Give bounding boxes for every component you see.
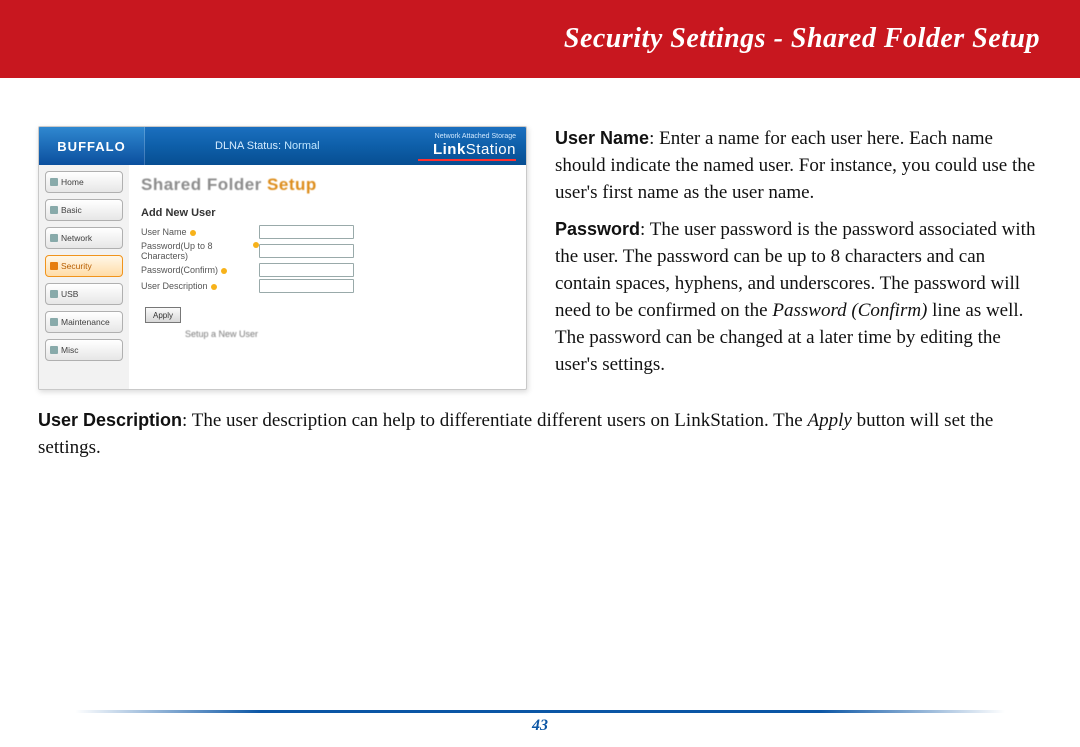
- paragraph-body: : The user description can help to diffe…: [182, 410, 807, 431]
- form-rows: User Name Password(Up to 8 Characters) P…: [141, 225, 514, 293]
- label-password: Password(Up to 8 Characters): [141, 241, 259, 261]
- page-number: 43: [0, 717, 1080, 735]
- italic-term: Password (Confirm): [772, 300, 927, 321]
- row-username: User Name: [141, 225, 514, 239]
- screenshot-topbar: BUFFALO DLNA Status: Normal Network Atta…: [39, 127, 526, 165]
- screenshot-main: Shared Folder Setup Add New User User Na…: [129, 165, 526, 389]
- label-password-confirm: Password(Confirm): [141, 265, 259, 275]
- explain-column: User Name: Enter a name for each user he…: [555, 126, 1042, 390]
- paragraph-password: Password: The user password is the passw…: [555, 217, 1042, 379]
- paragraph-userdesc: User Description: The user description c…: [38, 408, 1042, 462]
- sidebar-item-label: Basic: [61, 205, 82, 215]
- label-strong: User Name: [555, 128, 649, 148]
- italic-term: Apply: [807, 410, 851, 431]
- input-password-confirm[interactable]: [259, 263, 354, 277]
- product-sub: Network Attached Storage: [433, 133, 516, 141]
- sidebar-item-security[interactable]: Security: [45, 255, 123, 277]
- sidebar-item-home[interactable]: Home: [45, 171, 123, 193]
- misc-icon: [50, 346, 58, 354]
- screenshot-panel: BUFFALO DLNA Status: Normal Network Atta…: [38, 126, 527, 390]
- label-text: Password(Up to 8 Characters): [141, 241, 250, 261]
- sidebar-item-basic[interactable]: Basic: [45, 199, 123, 221]
- heading-grey: Shared Folder: [141, 175, 267, 194]
- apply-button[interactable]: Apply: [145, 307, 181, 323]
- screenshot-subheading: Add New User: [141, 207, 514, 219]
- heading-orange: Setup: [267, 175, 317, 194]
- row-password: Password(Up to 8 Characters): [141, 241, 514, 261]
- paragraph-username: User Name: Enter a name for each user he…: [555, 126, 1042, 207]
- label-username: User Name: [141, 227, 259, 237]
- input-username[interactable]: [259, 225, 354, 239]
- home-icon: [50, 178, 58, 186]
- input-user-desc[interactable]: [259, 279, 354, 293]
- required-icon: [221, 268, 227, 274]
- brand-logo: BUFFALO: [39, 127, 145, 165]
- required-icon: [211, 284, 217, 290]
- page-footer: 43: [0, 710, 1080, 735]
- label-text: User Description: [141, 281, 208, 291]
- product-main-a: Link: [433, 141, 466, 158]
- row-password-confirm: Password(Confirm): [141, 263, 514, 277]
- usb-icon: [50, 290, 58, 298]
- screenshot-heading: Shared Folder Setup: [141, 175, 514, 195]
- screenshot-body: Home Basic Network Security USB Maintena…: [39, 165, 526, 389]
- content-area: BUFFALO DLNA Status: Normal Network Atta…: [0, 78, 1080, 462]
- label-text: User Name: [141, 227, 187, 237]
- sidebar-item-label: Maintenance: [61, 317, 110, 327]
- footer-rule: [75, 710, 1005, 713]
- sidebar-item-label: Home: [61, 177, 84, 187]
- network-icon: [50, 234, 58, 242]
- maintenance-icon: [50, 318, 58, 326]
- dlna-value: Normal: [284, 140, 319, 152]
- sidebar-item-maintenance[interactable]: Maintenance: [45, 311, 123, 333]
- product-main-b: Station: [466, 141, 516, 158]
- label-strong: User Description: [38, 410, 182, 430]
- sidebar-item-usb[interactable]: USB: [45, 283, 123, 305]
- required-icon: [190, 230, 196, 236]
- sidebar-item-network[interactable]: Network: [45, 227, 123, 249]
- input-password[interactable]: [259, 244, 354, 258]
- label-text: Password(Confirm): [141, 265, 218, 275]
- product-underline: [418, 159, 516, 161]
- header-band: Security Settings - Shared Folder Setup: [0, 0, 1080, 78]
- page-title: Security Settings - Shared Folder Setup: [564, 23, 1040, 55]
- sidebar-item-label: USB: [61, 289, 78, 299]
- row-user-desc: User Description: [141, 279, 514, 293]
- sidebar-item-label: Network: [61, 233, 92, 243]
- label-user-desc: User Description: [141, 281, 259, 291]
- sidebar-item-label: Security: [61, 261, 92, 271]
- sidebar-item-label: Misc: [61, 345, 78, 355]
- product-badge: Network Attached Storage LinkStation: [433, 133, 516, 158]
- security-icon: [50, 262, 58, 270]
- page: Security Settings - Shared Folder Setup …: [0, 0, 1080, 747]
- screenshot-sidebar: Home Basic Network Security USB Maintena…: [39, 165, 129, 389]
- product-main: LinkStation: [433, 141, 516, 158]
- dlna-label: DLNA Status:: [215, 140, 281, 152]
- dlna-status: DLNA Status: Normal: [215, 140, 320, 152]
- upper-row: BUFFALO DLNA Status: Normal Network Atta…: [38, 126, 1042, 390]
- sidebar-item-misc[interactable]: Misc: [45, 339, 123, 361]
- basic-icon: [50, 206, 58, 214]
- label-strong: Password: [555, 219, 640, 239]
- screenshot-caption: Setup a New User: [185, 329, 514, 339]
